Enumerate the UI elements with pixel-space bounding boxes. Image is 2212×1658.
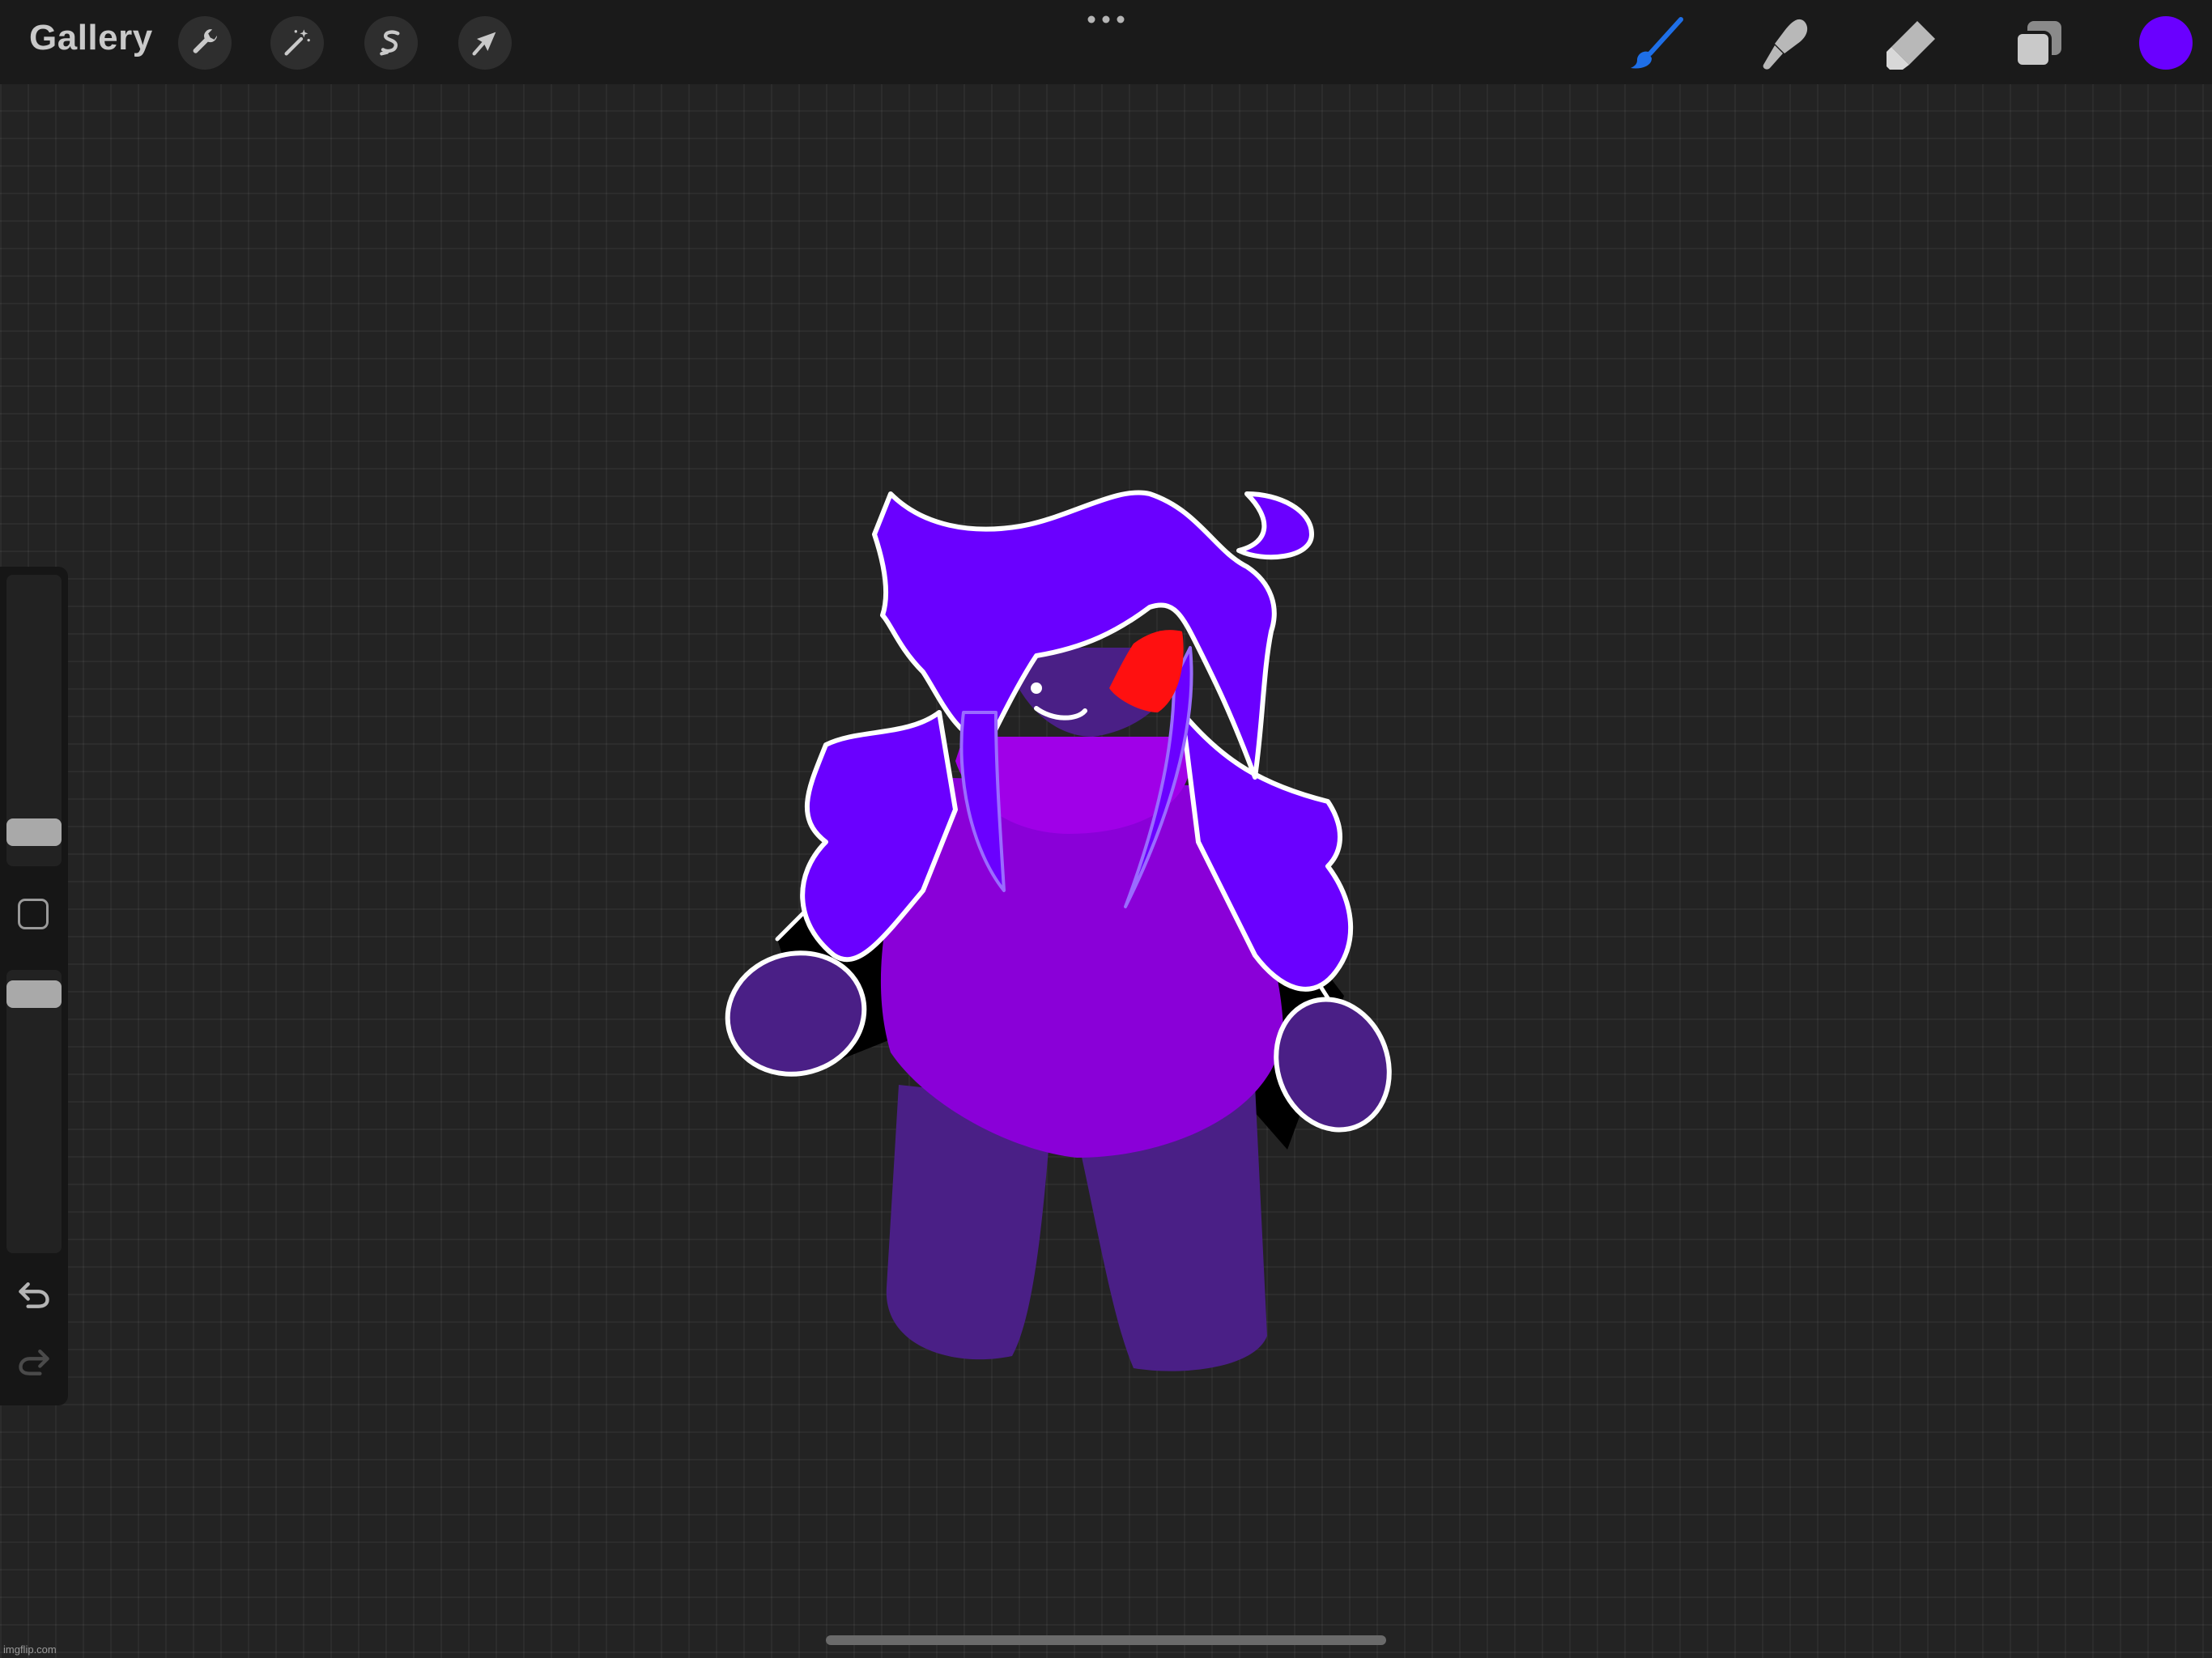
undo-icon[interactable] (16, 1277, 52, 1312)
left-eye (1031, 682, 1042, 694)
eraser-icon (1887, 21, 1935, 70)
opacity-slider-handle[interactable] (6, 980, 62, 1008)
wrench-icon (193, 29, 217, 53)
home-indicator[interactable] (826, 1635, 1386, 1645)
arrow-cursor-icon (472, 32, 496, 56)
adjustments-button[interactable] (270, 16, 324, 70)
layers-icon (2014, 21, 2061, 68)
character-drawing (725, 490, 1392, 1371)
color-picker-swatch[interactable] (2139, 16, 2193, 70)
smudge-icon (1763, 19, 1808, 70)
brush-icon (1631, 17, 1683, 69)
transform-button[interactable] (458, 16, 512, 70)
redo-icon[interactable] (16, 1344, 52, 1380)
eraser-tool-button[interactable] (1878, 11, 1943, 76)
hair-crescent (1236, 491, 1314, 560)
procreate-canvas-app: Gallery imgflip.com (0, 0, 2212, 1658)
layers-button[interactable] (2006, 11, 2071, 76)
top-toolbar: Gallery (0, 0, 2212, 84)
selection-s-icon (380, 30, 400, 56)
brush-tool-button[interactable] (1624, 11, 1689, 76)
brush-size-slider-handle[interactable] (6, 818, 62, 846)
selection-button[interactable] (364, 16, 418, 70)
gallery-button[interactable]: Gallery (29, 18, 153, 58)
opacity-slider[interactable] (6, 970, 62, 1253)
modify-square-icon[interactable] (18, 899, 49, 929)
magic-wand-icon (284, 29, 310, 56)
watermark: imgflip.com (3, 1643, 57, 1656)
smudge-tool-button[interactable] (1752, 11, 1817, 76)
actions-button[interactable] (178, 16, 232, 70)
left-sidebar (0, 567, 68, 1405)
more-dots-icon[interactable] (1085, 11, 1127, 28)
